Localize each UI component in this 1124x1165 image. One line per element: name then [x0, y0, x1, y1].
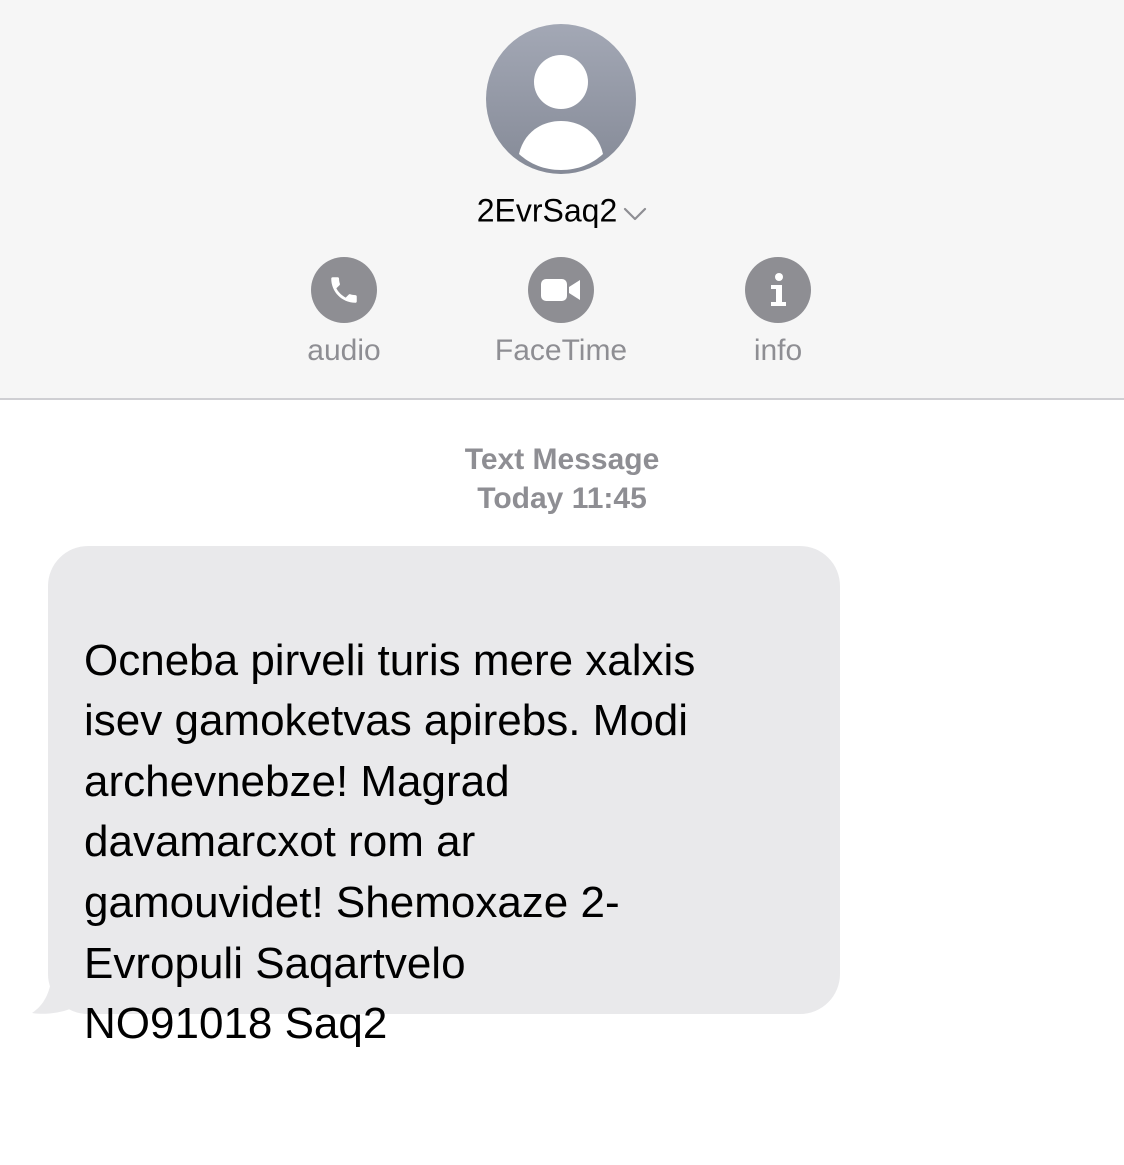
- info-icon: [745, 257, 811, 323]
- facetime-button[interactable]: FaceTime: [461, 257, 661, 369]
- chevron-down-icon: [623, 191, 647, 231]
- contact-name-button[interactable]: 2EvrSaq2: [0, 188, 1124, 231]
- incoming-message-bubble[interactable]: Ocneba pirveli turis mere xalxis isev ga…: [48, 546, 840, 1048]
- info-label: info: [753, 334, 803, 367]
- contact-avatar[interactable]: [486, 24, 636, 174]
- message-timestamp: Today 11:45: [477, 482, 647, 515]
- message-meta: Text Message Today 11:45: [0, 440, 1124, 518]
- contact-name: 2EvrSaq2: [476, 192, 618, 229]
- conversation-header: 2EvrSaq2 audio FaceTime info: [0, 0, 1124, 400]
- info-button[interactable]: info: [678, 257, 878, 369]
- message-text: Ocneba pirveli turis mere xalxis isev ga…: [84, 635, 696, 1049]
- person-silhouette-icon: [486, 24, 636, 174]
- audio-label: audio: [307, 334, 381, 367]
- facetime-label: FaceTime: [494, 334, 628, 367]
- video-camera-icon: [528, 257, 594, 323]
- phone-icon: [311, 257, 377, 323]
- message-type-label: Text Message: [464, 443, 660, 476]
- audio-call-button[interactable]: audio: [244, 257, 444, 369]
